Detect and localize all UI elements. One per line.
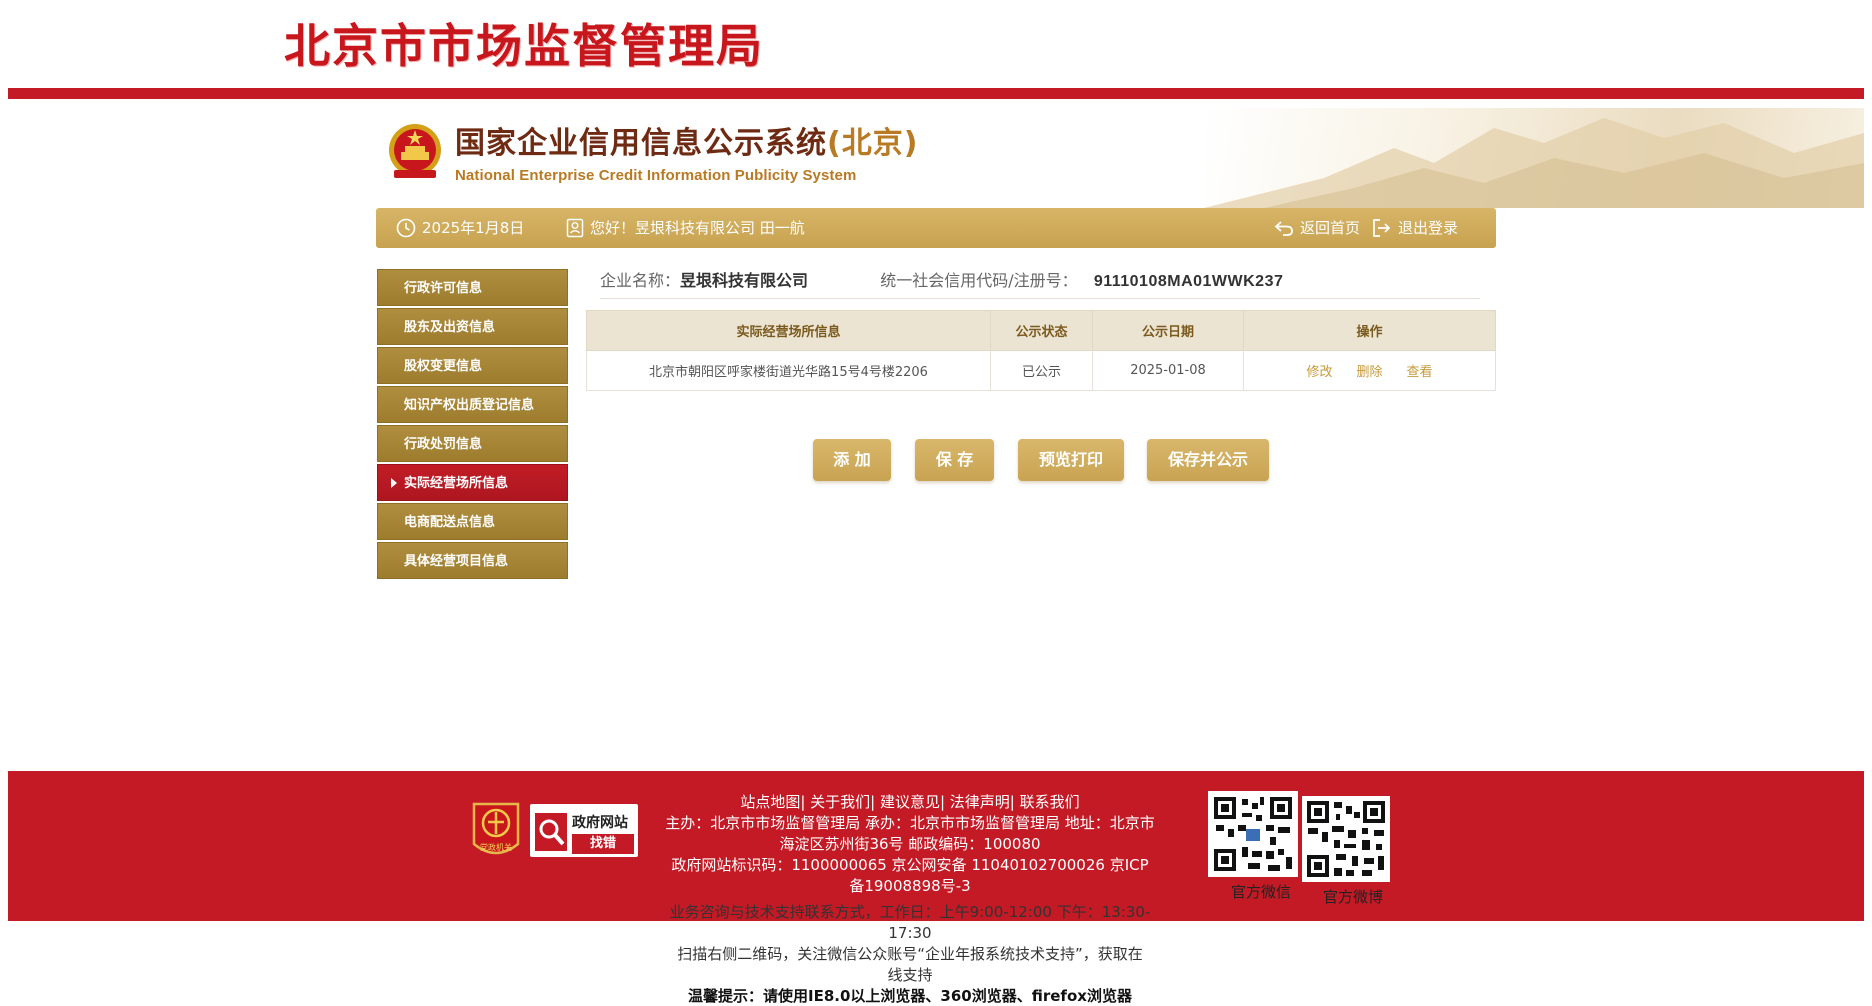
weibo-qr-code-icon — [1302, 796, 1390, 882]
cell-address: 北京市朝阳区呼家楼街道光华路15号4号楼2206 — [586, 350, 991, 391]
support-line-1: 业务咨询与技术支持联系方式，工作日：上午9:00-12:00 下午：13:30- — [669, 903, 1151, 921]
magnifier-icon — [535, 813, 567, 851]
save-and-publish-button[interactable]: 保存并公示 — [1147, 439, 1269, 481]
sidebar-item-ip-pledge[interactable]: 知识产权出质登记信息 — [377, 386, 568, 423]
sidebar-item-label: 股东及出资信息 — [404, 320, 496, 335]
company-name: 昱垠科技有限公司 — [680, 271, 809, 290]
sidebar-item-shareholders[interactable]: 股东及出资信息 — [377, 308, 568, 345]
logout-icon — [1373, 219, 1391, 237]
wechat-line-2: 线支持 — [887, 966, 933, 984]
column-header-address: 实际经营场所信息 — [586, 310, 991, 351]
gov-badge-title: 政府网站 — [572, 815, 628, 831]
company-info-line: 企业名称：昱垠科技有限公司 统一社会信用代码/注册号： 91110108MA01… — [600, 262, 1480, 299]
sidebar-nav: 行政许可信息 股东及出资信息 股权变更信息 知识产权出质登记信息 行政处罚信息 … — [377, 269, 568, 581]
footer-info-text: 站点地图| 关于我们| 建议意见| 法律声明| 联系我们 主办：北京市市场监督管… — [645, 792, 1175, 897]
system-title-region: (北京) — [827, 126, 919, 161]
bureau-title: 北京市市场监督管理局 — [284, 19, 764, 73]
company-name-label: 企业名称： — [600, 271, 681, 290]
user-card-icon — [566, 218, 584, 238]
clock-icon — [396, 218, 416, 238]
footer-support-text: 业务咨询与技术支持联系方式，工作日：上午9:00-12:00 下午：13:30-… — [645, 902, 1175, 1006]
sidebar-item-equity-change[interactable]: 股权变更信息 — [377, 347, 568, 384]
sidebar-item-ecommerce-delivery[interactable]: 电商配送点信息 — [377, 503, 568, 540]
credit-code: 91110108MA01WWK237 — [1093, 273, 1284, 290]
header-red-rule — [8, 88, 1864, 99]
footer-host-line-2: 海淀区苏州街36号 邮政编码：100080 — [779, 835, 1041, 853]
delete-link[interactable]: 删除 — [1356, 365, 1382, 380]
cell-actions: 修改 删除 查看 — [1243, 350, 1496, 391]
sidebar-item-label: 股权变更信息 — [404, 359, 483, 374]
date-display: 2025年1月8日 — [396, 208, 524, 248]
table-header-row: 实际经营场所信息 公示状态 公示日期 操作 — [586, 310, 1496, 351]
gov-badge-action: 找错 — [572, 834, 634, 854]
system-title: 国家企业信用信息公示系统(北京) — [455, 124, 918, 164]
support-line-2: 17:30 — [888, 924, 932, 942]
footer-ids-line-2: 备19008898号-3 — [849, 877, 971, 895]
sidebar-item-business-projects[interactable]: 具体经营项目信息 — [377, 542, 568, 579]
save-button[interactable]: 保 存 — [915, 439, 994, 481]
greeting-text: 您好！昱垠科技有限公司 田一航 — [590, 219, 805, 237]
premises-table: 实际经营场所信息 公示状态 公示日期 操作 北京市朝阳区呼家楼街道光华路15号4… — [586, 310, 1496, 391]
preview-print-button[interactable]: 预览打印 — [1018, 439, 1124, 481]
view-link[interactable]: 查看 — [1407, 365, 1433, 380]
action-button-row: 添 加 保 存 预览打印 保存并公示 — [0, 439, 1872, 481]
table-row: 北京市朝阳区呼家楼街道光华路15号4号楼2206 已公示 2025-01-08 … — [586, 350, 1496, 391]
credit-code-label: 统一社会信用代码/注册号： — [880, 271, 1078, 290]
footer-host-line-1: 主办：北京市市场监督管理局 承办：北京市市场监督管理局 地址：北京市 — [665, 814, 1155, 832]
sidebar-item-label: 行政许可信息 — [404, 281, 483, 296]
gov-site-error-badge[interactable]: 政府网站 找错 — [528, 802, 640, 859]
logout-link[interactable]: 退出登录 — [1372, 208, 1458, 248]
edit-link[interactable]: 修改 — [1306, 365, 1332, 380]
weibo-qr-caption: 官方微博 — [1323, 888, 1384, 906]
user-info-bar: 2025年1月8日 您好！昱垠科技有限公司 田一航 返回首页 退出登录 — [376, 208, 1496, 248]
footer-ids-line-1: 政府网站标识码：1100000065 京公网安备 11040102700026 … — [671, 856, 1149, 874]
wechat-qr-code-icon — [1208, 791, 1298, 877]
return-arrow-icon — [1274, 221, 1293, 236]
mountain-banner-image — [1204, 108, 1864, 208]
return-home-label: 返回首页 — [1300, 219, 1361, 237]
system-title-english: National Enterprise Credit Information P… — [455, 167, 857, 184]
system-title-main: 国家企业信用信息公示系统 — [455, 126, 827, 161]
cell-status: 已公示 — [990, 350, 1093, 391]
footer-links[interactable]: 站点地图| 关于我们| 建议意见| 法律声明| 联系我们 — [645, 792, 1175, 813]
sidebar-item-admin-license[interactable]: 行政许可信息 — [377, 269, 568, 306]
current-date: 2025年1月8日 — [422, 219, 525, 237]
party-badge-label: 党政机关 — [480, 842, 512, 852]
user-greeting: 您好！昱垠科技有限公司 田一航 — [566, 208, 805, 248]
wechat-line-1: 扫描右侧二维码，关注微信公众账号“企业年报系统技术支持”，获取在 — [677, 945, 1143, 963]
cell-date: 2025-01-08 — [1092, 350, 1244, 391]
return-home-link[interactable]: 返回首页 — [1274, 208, 1360, 248]
sidebar-item-label: 电商配送点信息 — [404, 515, 496, 530]
sidebar-item-label: 知识产权出质登记信息 — [404, 398, 535, 413]
add-button[interactable]: 添 加 — [813, 439, 891, 481]
browser-tip: 温馨提示：请使用IE8.0以上浏览器、360浏览器、firefox浏览器 — [688, 987, 1132, 1005]
column-header-date: 公示日期 — [1092, 310, 1244, 351]
system-header: 国家企业信用信息公示系统(北京) National Enterprise Cre… — [0, 108, 1872, 208]
wechat-qr-caption: 官方微信 — [1231, 883, 1292, 901]
sidebar-item-label: 具体经营项目信息 — [404, 554, 509, 569]
column-header-status: 公示状态 — [990, 310, 1093, 351]
party-government-badge-icon[interactable]: 党政机关 — [470, 798, 522, 864]
logout-label: 退出登录 — [1398, 219, 1459, 237]
column-header-actions: 操作 — [1243, 310, 1496, 351]
national-emblem-icon — [386, 122, 444, 182]
